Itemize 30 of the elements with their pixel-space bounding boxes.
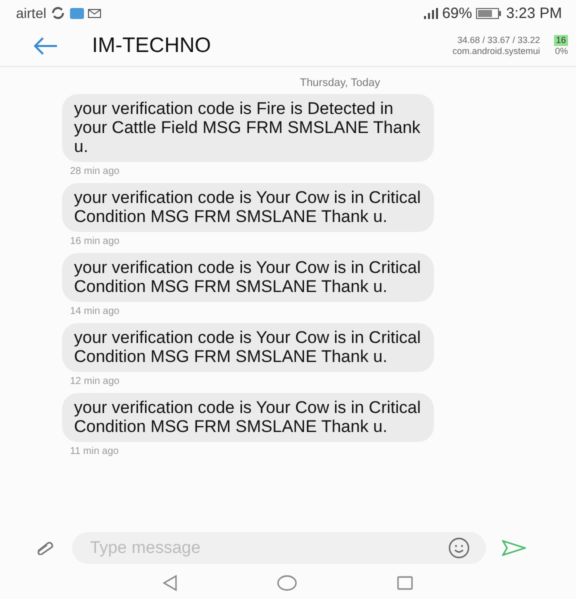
message-bubble: your verification code is Your Cow is in Critical Condition MSG FRM SMSLANE Thank u. [62, 393, 434, 442]
debug-readout: 0% [554, 46, 568, 57]
debug-badge: 16 [554, 35, 568, 46]
recents-nav-icon[interactable] [397, 576, 413, 590]
message-time: 14 min ago [69, 305, 120, 319]
battery-percent: 69% [442, 4, 472, 22]
message-bubble: your verification code is Your Cow is in Critical Condition MSG FRM SMSLANE Thank u. [62, 253, 434, 302]
message-time: 11 min ago [69, 445, 120, 459]
carrier-name: airtel [16, 5, 46, 21]
back-nav-icon[interactable] [163, 575, 177, 591]
message-time: 28 min ago [69, 165, 120, 179]
back-icon[interactable] [34, 37, 58, 55]
debug-readout: com.android.systemui [452, 46, 540, 57]
debug-readout: 34.68 / 33.67 / 33.22 [457, 35, 540, 46]
sync-icon [50, 7, 66, 19]
message-icon [70, 8, 84, 18]
mail-icon [88, 8, 102, 18]
contact-name: IM-TECHNO [92, 34, 211, 58]
emoji-icon[interactable] [448, 537, 470, 559]
message-bubble: your verification code is Your Cow is in Critical Condition MSG FRM SMSLANE Thank u. [62, 323, 434, 372]
message-time: 12 min ago [69, 375, 120, 389]
signal-icon [424, 8, 438, 18]
message-bubble: your verification code is Fire is Detected in your Cattle Field MSG FRM SMSLANE Thank u. [62, 94, 434, 162]
battery-icon [476, 8, 502, 18]
message-bubble: your verification code is Your Cow is in Critical Condition MSG FRM SMSLANE Thank u. [62, 183, 434, 232]
date-label: Thursday, Today [298, 77, 382, 89]
home-nav-icon[interactable] [277, 575, 297, 591]
message-time: 16 min ago [69, 235, 120, 249]
send-icon[interactable] [502, 540, 526, 556]
clock: 3:23 PM [506, 4, 562, 22]
